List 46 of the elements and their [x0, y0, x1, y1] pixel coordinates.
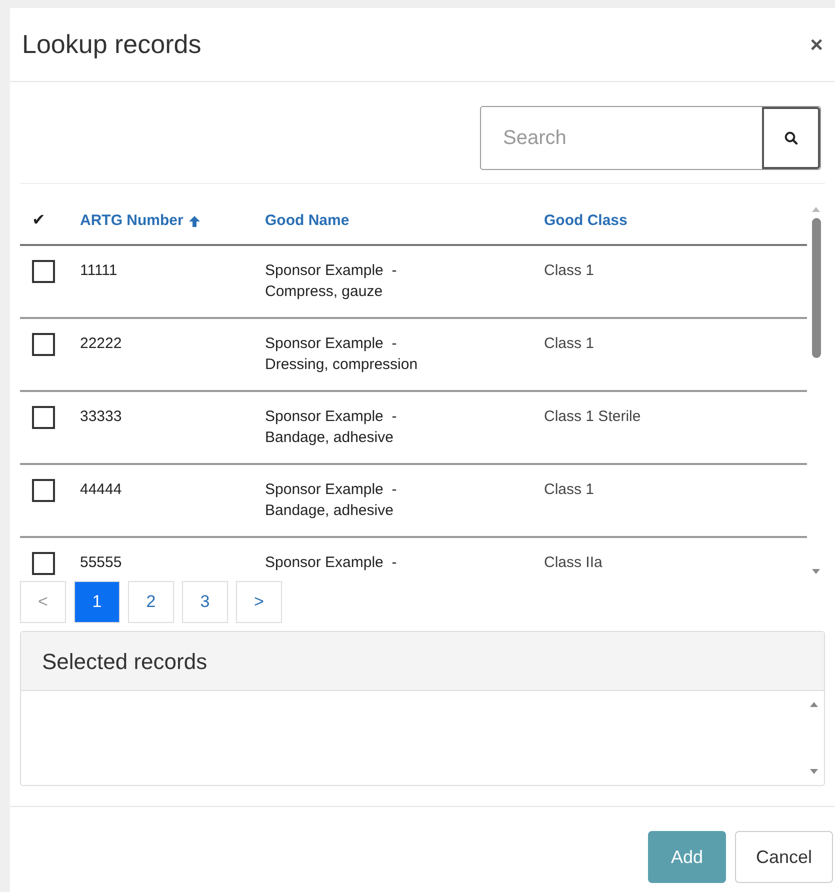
checkbox[interactable] [32, 260, 55, 283]
table-cell: 33333 [80, 408, 122, 425]
table-cell: Class 1 [544, 335, 594, 352]
close-button[interactable]: × [810, 34, 823, 56]
column-header[interactable]: ARTG Number [80, 210, 202, 232]
table-cell: Class IIa [544, 554, 602, 571]
table-cell-text: Dressing, compression [265, 355, 419, 375]
dialog-title: Lookup records [22, 28, 202, 61]
search-button[interactable] [762, 107, 820, 169]
scroll-down-icon[interactable] [809, 769, 819, 775]
page-button[interactable]: 3 [182, 581, 228, 623]
table-cell-text: Sponsor Example - [265, 407, 398, 427]
table-cell-text: Sponsor Example - [265, 553, 398, 573]
checkbox[interactable] [32, 552, 55, 575]
column-header[interactable]: Good Name [265, 210, 350, 232]
column-header[interactable]: Good Class [544, 210, 628, 232]
cancel-button[interactable]: Cancel [735, 831, 833, 883]
table-cell: 55555 [80, 554, 122, 571]
table-cell-text: Bandage, adhesive [265, 501, 394, 521]
table-cell: 11111 [80, 262, 118, 279]
table-cell-text: Compress, gauze [265, 282, 384, 302]
checkbox[interactable] [32, 479, 55, 502]
panel-title: Selected records [42, 648, 208, 676]
table-cell-text: Sponsor Example - [265, 334, 398, 354]
previous-page-button[interactable]: < [20, 581, 66, 623]
next-page-button[interactable]: > [236, 581, 282, 623]
table-cell: Class 1 Sterile [544, 408, 641, 425]
table-cell: 22222 [80, 335, 122, 352]
scroll-up-icon[interactable] [809, 701, 819, 707]
table-cell: Class 1 [544, 262, 594, 279]
select-all-checkmark[interactable]: ✔ [20, 209, 80, 233]
scrollbar-thumb[interactable] [812, 218, 820, 358]
checkbox[interactable] [32, 406, 55, 429]
search-icon [784, 131, 798, 145]
search-field[interactable]: Search [481, 107, 762, 169]
table-cell: Class 1 [544, 481, 594, 498]
page-button[interactable]: 1 [74, 581, 120, 623]
table-cell-text: Sponsor Example - [265, 261, 398, 281]
page-button[interactable]: 2 [128, 581, 174, 623]
checkbox[interactable] [32, 333, 55, 356]
search-box[interactable]: Search [480, 106, 821, 170]
table-cell-text: Sponsor Example - [265, 480, 398, 500]
scroll-down-icon[interactable] [811, 569, 821, 575]
add-button[interactable]: Add [648, 831, 726, 883]
table-cell-text: Bandage, adhesive [265, 428, 394, 448]
table-cell: 44444 [80, 481, 122, 498]
